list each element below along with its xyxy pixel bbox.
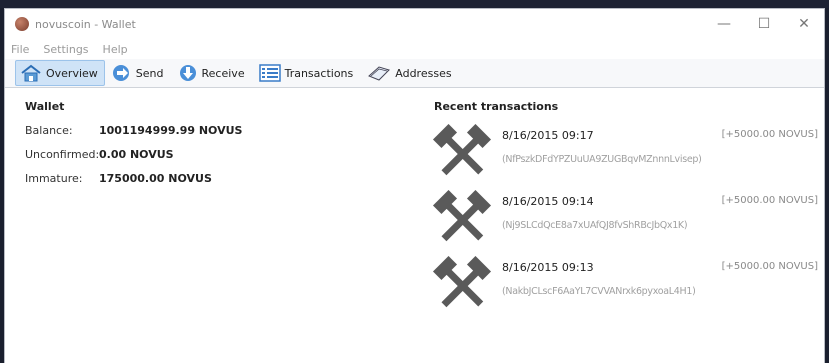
transaction-date: 8/16/2015 09:13 <box>502 261 594 274</box>
transaction-item[interactable]: 8/16/2015 09:14 [+5000.00 NOVUS] (Nj9SLC… <box>430 190 822 252</box>
transaction-item[interactable]: 8/16/2015 09:13 [+5000.00 NOVUS] (NakbJC… <box>430 256 822 318</box>
transaction-amount: [+5000.00 NOVUS] <box>721 129 818 140</box>
title-bar[interactable]: novuscoin - Wallet — ☐ ✕ <box>5 9 824 39</box>
menu-bar: File Settings Help <box>5 39 824 59</box>
unconfirmed-label: Unconfirmed: <box>25 148 100 161</box>
home-icon <box>21 64 41 82</box>
minimize-button[interactable]: — <box>704 9 744 39</box>
menu-help[interactable]: Help <box>103 43 128 56</box>
transactions-tab[interactable]: Transactions <box>254 60 361 86</box>
menu-file[interactable]: File <box>11 43 29 56</box>
balance-value: 1001194999.99 NOVUS <box>99 124 243 137</box>
transactions-label: Transactions <box>284 66 354 80</box>
recent-transactions-heading: Recent transactions <box>434 100 559 113</box>
transaction-amount: [+5000.00 NOVUS] <box>721 195 818 206</box>
addresses-label: Addresses <box>395 66 452 80</box>
desktop-top-bar <box>0 0 829 8</box>
balance-row: Balance: 1001194999.99 NOVUS <box>25 124 242 137</box>
receive-label: Receive <box>201 66 245 80</box>
mined-hammers-icon <box>432 256 492 308</box>
transaction-address: (NakbJCLscF6AaYL7CVVANrxk6pyxoaL4H1) <box>502 286 696 297</box>
address-book-icon <box>368 66 391 81</box>
overview-tab[interactable]: Overview <box>15 60 105 86</box>
maximize-button[interactable]: ☐ <box>744 9 784 39</box>
window-title: novuscoin - Wallet <box>35 17 136 31</box>
transaction-date: 8/16/2015 09:17 <box>502 129 594 142</box>
list-icon <box>258 64 281 82</box>
send-tab[interactable]: Send <box>107 60 171 86</box>
addresses-tab[interactable]: Addresses <box>362 60 458 86</box>
overview-page: Wallet Balance: 1001194999.99 NOVUS Unco… <box>5 88 824 356</box>
window-controls: — ☐ ✕ <box>704 9 824 39</box>
unconfirmed-value: 0.00 NOVUS <box>99 148 174 161</box>
app-coin-icon <box>15 17 29 31</box>
transaction-address: (Nj9SLCdQcE8a7xUAfQJ8fvShRBcJbQx1K) <box>502 220 688 231</box>
wallet-window: novuscoin - Wallet — ☐ ✕ File Settings H… <box>4 8 825 363</box>
overview-label: Overview <box>46 66 98 80</box>
balance-label: Balance: <box>25 124 73 137</box>
immature-label: Immature: <box>25 172 83 185</box>
send-arrow-icon <box>112 65 129 81</box>
mined-hammers-icon <box>432 190 492 242</box>
transaction-address: (NfPszkDFdYPZUuUA9ZUGBqvMZnnnLvisep) <box>502 154 702 165</box>
immature-value: 175000.00 NOVUS <box>99 172 212 185</box>
close-button[interactable]: ✕ <box>784 9 824 39</box>
mined-hammers-icon <box>432 124 492 176</box>
unconfirmed-row: Unconfirmed: 0.00 NOVUS <box>25 148 174 161</box>
send-label: Send <box>135 66 164 80</box>
transaction-item[interactable]: 8/16/2015 09:17 [+5000.00 NOVUS] (NfPszk… <box>430 124 822 186</box>
transaction-date: 8/16/2015 09:14 <box>502 195 594 208</box>
receive-tab[interactable]: Receive <box>173 60 252 86</box>
transaction-amount: [+5000.00 NOVUS] <box>721 261 818 272</box>
toolbar: Overview Send Receive Transactions Addre… <box>5 59 824 88</box>
wallet-heading: Wallet <box>25 100 65 113</box>
menu-settings[interactable]: Settings <box>43 43 88 56</box>
receive-arrow-icon <box>179 65 196 81</box>
immature-row: Immature: 175000.00 NOVUS <box>25 172 212 185</box>
